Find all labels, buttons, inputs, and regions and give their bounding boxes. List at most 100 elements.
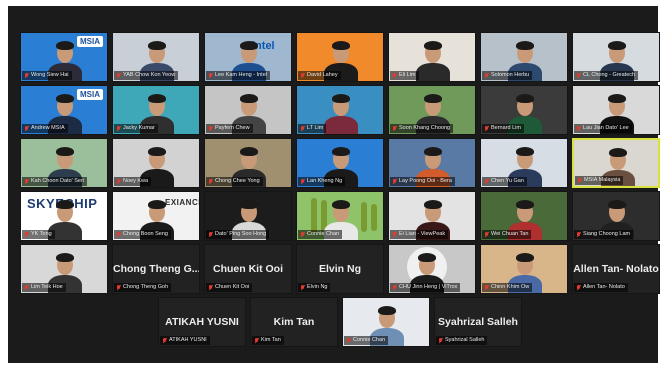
- mic-off-icon: [392, 284, 397, 291]
- participant-tile[interactable]: MSIA Malaysia: [572, 138, 660, 188]
- participant-tile[interactable]: Ei Lian - ViewPeak: [388, 191, 476, 241]
- participant-tile[interactable]: Wei Chuan Tan: [480, 191, 568, 241]
- participant-name: Chuen Kit Ooi: [215, 284, 250, 290]
- participant-tile[interactable]: Chuen Kit Ooi Chuen Kit Ooi: [204, 244, 292, 294]
- participant-tile[interactable]: Kim Tan Kim Tan: [250, 297, 338, 347]
- participant-name: YAB Chow Kon Yeow: [123, 72, 176, 78]
- participant-tile[interactable]: Noey Kwa: [112, 138, 200, 188]
- participant-name-tag: LT Lim: [298, 124, 327, 133]
- participant-tile[interactable]: Elvin Ng Elvin Ng: [296, 244, 384, 294]
- participant-display-name: Chong Theng G...: [113, 263, 199, 276]
- mic-off-icon: [24, 231, 29, 238]
- participant-name: Eli Lim: [399, 72, 416, 78]
- participant-name: Noey Kwa: [123, 178, 149, 184]
- participant-name: Andrew MSIA: [31, 125, 65, 131]
- participant-tile[interactable]: Kah Choon Dato' Seri: [20, 138, 108, 188]
- participant-name-tag: Chinn Khim Ow: [482, 283, 533, 292]
- mic-off-icon: [116, 72, 121, 79]
- mic-off-icon: [24, 72, 29, 79]
- participant-name: YK Tong: [31, 231, 52, 237]
- participant-tile[interactable]: Allen Tan- Nolato Allen Tan- Nolato: [572, 244, 660, 294]
- mic-off-icon: [116, 125, 121, 132]
- participant-tile[interactable]: LT Lim: [296, 85, 384, 135]
- participant-tile[interactable]: Lan Kheng Ng: [296, 138, 384, 188]
- mic-off-icon: [208, 231, 213, 238]
- participant-tile[interactable]: CHU Jinn Heng | ViTrox: [388, 244, 476, 294]
- mic-off-icon: [577, 177, 582, 184]
- participant-name-tag: Kah Choon Dato' Seri: [22, 177, 88, 186]
- participant-name-tag: Chen Yu Gan: [482, 177, 527, 186]
- participant-name: CHU Jinn Heng | ViTrox: [399, 284, 458, 290]
- participant-name-tag: YAB Chow Kon Yeow: [114, 71, 179, 80]
- participant-name: Chen Yu Gan: [491, 178, 524, 184]
- participant-tile[interactable]: Lay Poong Ooi - Bera: [388, 138, 476, 188]
- participant-tile[interactable]: Dato' Ping Soo Hong: [204, 191, 292, 241]
- participant-name: Allen Tan- Nolato: [583, 284, 625, 290]
- participant-name-tag: Syahrizal Salleh: [436, 336, 488, 345]
- participant-name-tag: Siang Choong Lam: [574, 230, 634, 239]
- participant-name-tag: MSIA Malaysia: [575, 176, 624, 185]
- participant-tile[interactable]: CL Chong - Greatech: [572, 32, 660, 82]
- mic-off-icon: [24, 284, 29, 291]
- participant-tile[interactable]: Payfern Chew: [204, 85, 292, 135]
- participant-name: Bernard Lim: [491, 125, 521, 131]
- participant-name: CL Chong - Greatech: [583, 72, 636, 78]
- participant-name-tag: Eli Lim: [390, 71, 419, 80]
- participant-tile[interactable]: Eli Lim: [388, 32, 476, 82]
- participant-name: Lan Kheng Ng: [307, 178, 343, 184]
- participant-tile[interactable]: EXIANCEChong Boon Seng: [112, 191, 200, 241]
- participant-name-tag: Kim Tan: [252, 336, 284, 345]
- participant-name-tag: Noey Kwa: [114, 177, 152, 186]
- video-grid: MSIA Wong Siew Hai YAB Chow Kon Yeow intel L…: [8, 6, 660, 363]
- participant-tile[interactable]: Chen Yu Gan: [480, 138, 568, 188]
- mic-off-icon: [300, 284, 305, 291]
- participant-tile[interactable]: Syahrizal Salleh Syahrizal Salleh: [434, 297, 522, 347]
- participant-tile[interactable]: Connie Chan: [296, 191, 384, 241]
- participant-name: Ei Lian - ViewPeak: [399, 231, 446, 237]
- participant-tile[interactable]: Soon Khang Choong: [388, 85, 476, 135]
- participant-tile[interactable]: ATIKAH YUSNI ATIKAH YUSNI: [158, 297, 246, 347]
- participant-name-tag: Chong Theng Goh: [114, 283, 172, 292]
- participant-name-tag: Connie Chan: [344, 336, 389, 345]
- participant-tile[interactable]: MSIA Andrew MSIA: [20, 85, 108, 135]
- participant-display-name: Kim Tan: [273, 316, 315, 329]
- mic-off-icon: [254, 337, 259, 344]
- participant-tile[interactable]: MSIA Wong Siew Hai: [20, 32, 108, 82]
- mic-off-icon: [300, 178, 305, 185]
- mic-off-icon: [576, 72, 581, 79]
- participant-name: LT Lim: [307, 125, 324, 131]
- participant-name-tag: ATIKAH YUSNI: [160, 336, 210, 345]
- participant-name-tag: Solomon Herbu: [482, 71, 533, 80]
- participant-tile[interactable]: Chinn Khim Ow: [480, 244, 568, 294]
- participant-name-tag: YK Tong: [22, 230, 55, 239]
- participant-name-tag: Lan Kheng Ng: [298, 177, 346, 186]
- participant-name: Kah Choon Dato' Seri: [31, 178, 85, 184]
- participant-tile[interactable]: intel Lee Kam Heng - Intel: [204, 32, 292, 82]
- participant-name: Connie Chan: [353, 337, 386, 343]
- participant-name-tag: Wong Siew Hai: [22, 71, 72, 80]
- participant-name-tag: Connie Chan: [298, 230, 343, 239]
- participant-name-tag: Andrew MSIA: [22, 124, 68, 133]
- participant-tile[interactable]: Siang Choong Lam: [572, 191, 660, 241]
- participant-tile[interactable]: Jacky Kumar: [112, 85, 200, 135]
- participant-name: Dato' Ping Soo Hong: [215, 231, 267, 237]
- participant-tile[interactable]: David Lahey: [296, 32, 384, 82]
- participant-tile[interactable]: Chong Chee Yong: [204, 138, 292, 188]
- participant-name: Lau Jian Dato' Lee: [583, 125, 629, 131]
- participant-tile[interactable]: SKYECHIPYK Tong: [20, 191, 108, 241]
- mic-off-icon: [392, 72, 397, 79]
- participant-name-tag: CL Chong - Greatech: [574, 71, 639, 80]
- participant-tile[interactable]: Lau Jian Dato' Lee: [572, 85, 660, 135]
- mic-off-icon: [116, 284, 121, 291]
- participant-tile[interactable]: Chong Theng G... Chong Theng Goh: [112, 244, 200, 294]
- participant-tile[interactable]: Connie Chan: [342, 297, 430, 347]
- participant-name: Lim Teik Hoe: [31, 284, 63, 290]
- participant-tile[interactable]: YAB Chow Kon Yeow: [112, 32, 200, 82]
- participant-name-tag: Payfern Chew: [206, 124, 253, 133]
- mic-off-icon: [576, 284, 581, 291]
- participant-name: Siang Choong Lam: [583, 231, 631, 237]
- participant-tile[interactable]: Bernard Lim: [480, 85, 568, 135]
- participant-tile[interactable]: Lim Teik Hoe: [20, 244, 108, 294]
- participant-tile[interactable]: Solomon Herbu: [480, 32, 568, 82]
- participant-name-tag: CHU Jinn Heng | ViTrox: [390, 283, 461, 292]
